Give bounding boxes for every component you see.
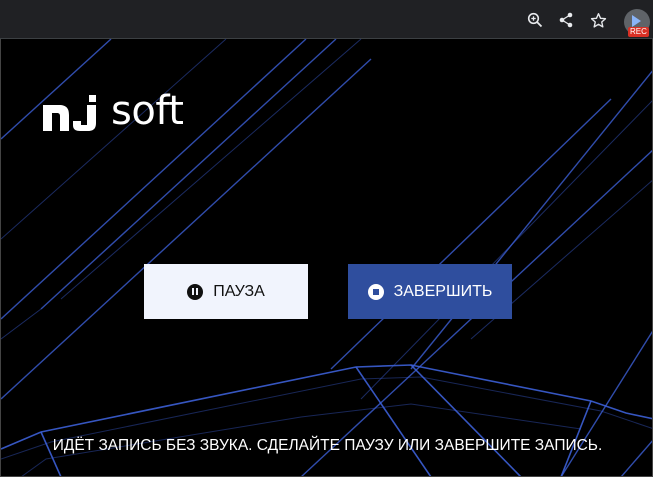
rec-badge: REC <box>628 27 649 37</box>
recording-panel: soft ПАУЗА ЗАВЕРШИТЬ ИДЁТ ЗАПИСЬ БЕЗ ЗВУ… <box>0 39 653 477</box>
star-icon[interactable] <box>588 10 608 30</box>
zoom-icon[interactable] <box>525 10 545 30</box>
pause-button[interactable]: ПАУЗА <box>144 264 308 319</box>
pause-button-label: ПАУЗА <box>213 282 265 300</box>
pause-icon <box>187 283 204 300</box>
share-icon[interactable] <box>556 10 576 30</box>
stop-icon <box>367 283 384 300</box>
stop-button-label: ЗАВЕРШИТЬ <box>393 282 493 300</box>
logo-mark <box>43 95 96 131</box>
status-message: ИДЁТ ЗАПИСЬ БЕЗ ЗВУКА. СДЕЛАЙТЕ ПАУЗУ ИЛ… <box>52 437 603 454</box>
stop-button[interactable]: ЗАВЕРШИТЬ <box>348 264 512 319</box>
logo: soft <box>43 88 184 134</box>
logo-text: soft <box>111 88 184 134</box>
browser-toolbar: REC <box>0 0 653 39</box>
play-icon <box>632 15 641 27</box>
